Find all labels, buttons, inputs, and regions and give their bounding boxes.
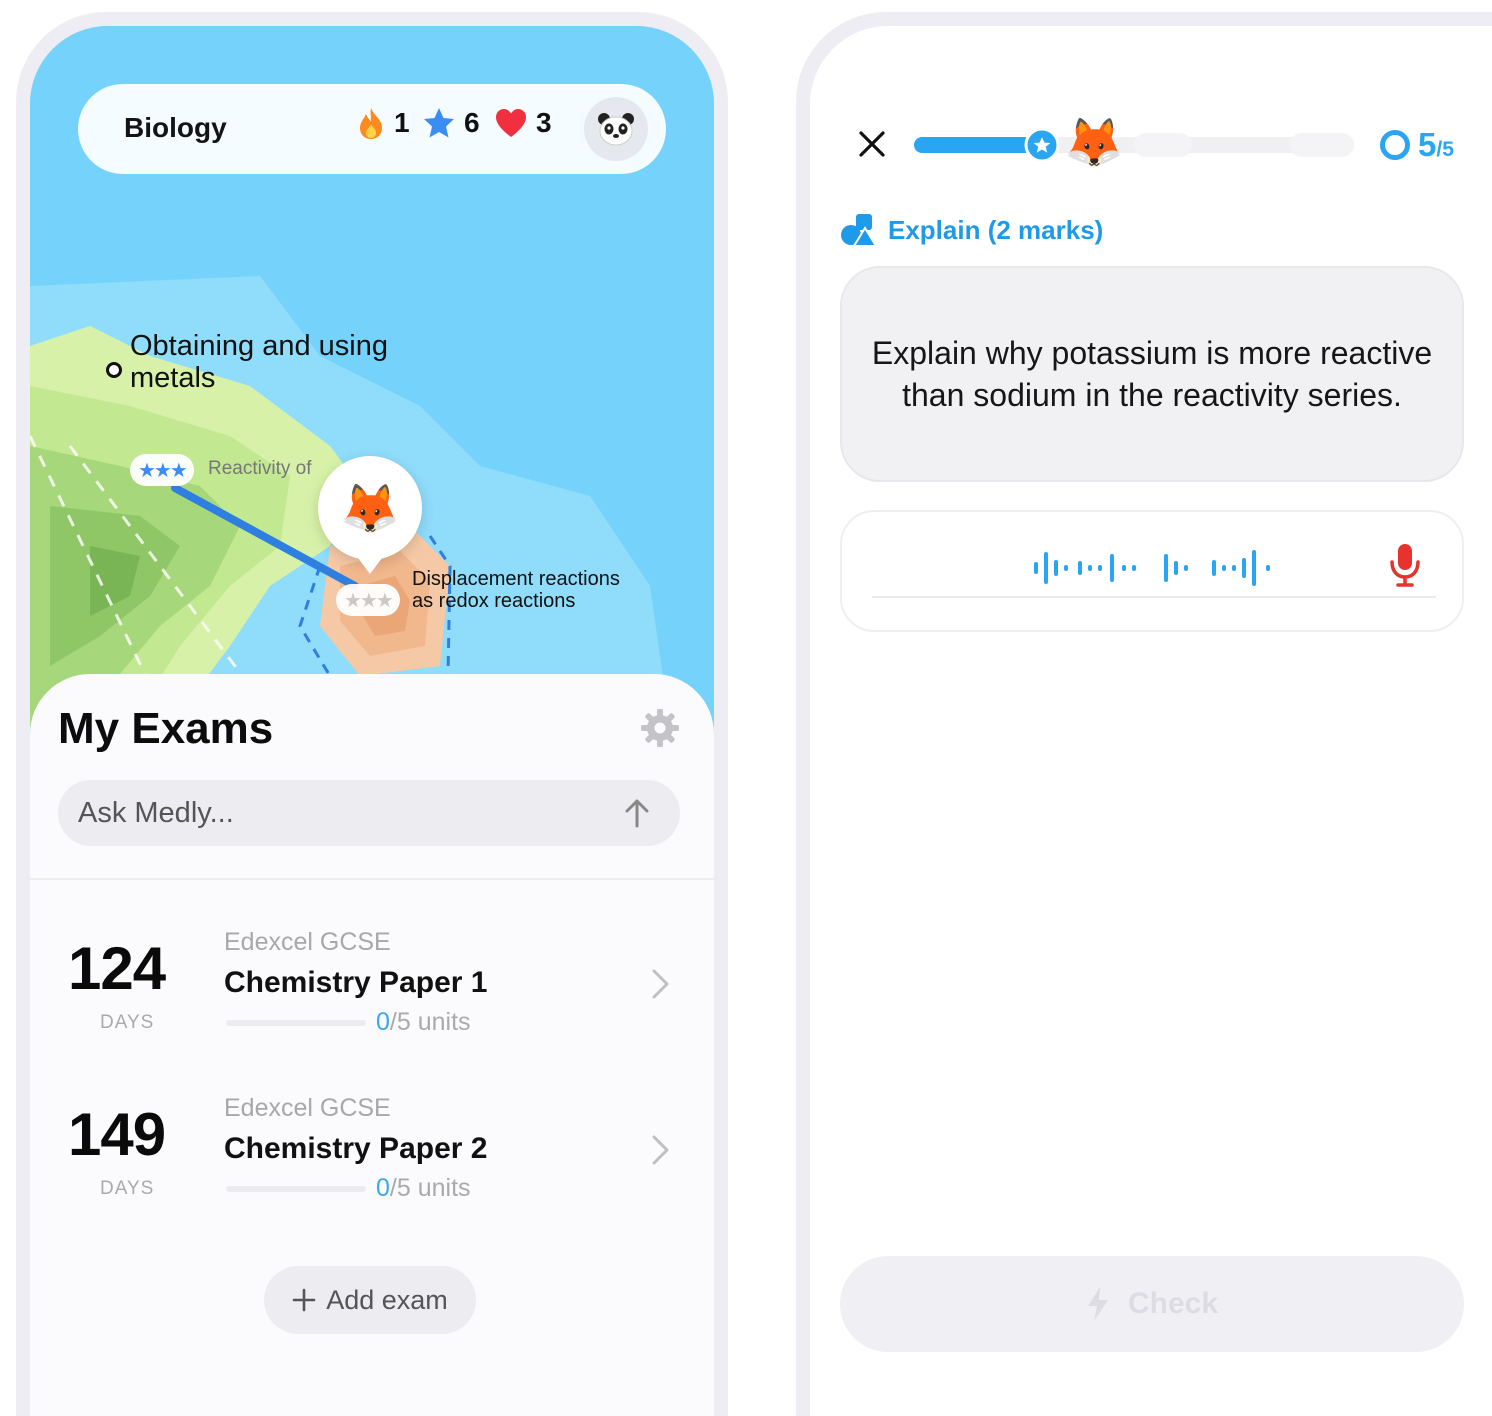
shapes-icon [841,214,878,247]
question-type-label: Explain (2 marks) [888,214,1104,245]
units-total: /5 units [389,1174,471,1202]
add-exam-label: Add exam [326,1284,448,1315]
days-label: DAYS [100,1012,155,1033]
node-label-reactivity[interactable]: Reactivity of [208,458,311,480]
close-icon[interactable] [858,130,886,158]
fox-avatar-icon: 🦊 [340,482,400,536]
streak-count: 1 [394,107,410,138]
exam-units-progress: 0/5 units [376,1008,471,1037]
ask-medly-input[interactable] [78,780,598,846]
units-done: 0 [376,1008,390,1036]
question-phone-frame: 🦊 5 /5 Explain (2 marks) Explain why pot… [796,12,1492,1416]
exams-sheet: My Exams Ask Medly... 124 DAYS Edexcel G… [30,674,714,1416]
streak-stat[interactable]: 1 [356,106,410,140]
plus-icon [292,1288,316,1312]
question-progress-bar [914,127,1354,163]
current-position-pin[interactable]: 🦊 [318,456,422,574]
chevron-right-icon[interactable] [650,968,670,1000]
top-status-bar: Biology 1 6 3 [78,84,666,174]
question-screen: 🦊 5 /5 Explain (2 marks) Explain why pot… [810,26,1492,1416]
panda-icon [598,113,634,146]
exam-row[interactable]: 124 DAYS Edexcel GCSE Chemistry Paper 1 … [30,884,714,1037]
star-icon [424,108,454,138]
score-value: 5 [1418,126,1437,163]
microphone-icon[interactable] [1388,542,1422,588]
send-arrow-icon[interactable] [620,796,654,830]
lives-stat[interactable]: 3 [494,106,552,140]
ask-medly-bar [58,780,680,846]
units-done: 0 [376,1174,390,1202]
profile-avatar[interactable] [584,97,648,161]
add-exam-button[interactable]: Add exam [264,1266,476,1334]
map-unit-title[interactable]: Obtaining and using metals [130,330,450,394]
days-remaining: 149 [68,1101,166,1168]
exam-board: Edexcel GCSE [224,1094,391,1122]
stars-count: 6 [464,107,480,138]
exam-units-progress: 0/5 units [376,1174,471,1203]
map-node-marker[interactable] [106,362,122,378]
home-phone-frame: Obtaining and using metals ★★★ Reactivit… [16,12,728,1416]
question-prompt: Explain why potassium is more reactive t… [871,335,1433,413]
node-stars-reactivity[interactable]: ★★★ [130,454,194,486]
subject-selector[interactable]: Biology [124,112,227,144]
days-remaining: 124 [68,935,166,1002]
check-label: Check [1127,1287,1219,1320]
heart-icon [496,109,526,137]
exam-name: Chemistry Paper 2 [224,1132,488,1165]
answer-input-card[interactable] [840,510,1464,632]
audio-waveform-icon [1034,550,1270,586]
exam-progress-bar [226,1020,366,1026]
gear-icon[interactable] [640,708,680,748]
node-label-displacement[interactable]: Displacement reactions as redox reaction… [412,568,632,612]
question-type-tag: Explain (2 marks) [840,212,1103,248]
exam-name: Chemistry Paper 1 [224,966,488,999]
exam-board: Edexcel GCSE [224,928,391,956]
node-stars-displacement[interactable]: ★★★ [336,584,400,616]
flame-icon [360,108,382,139]
question-prompt-card: Explain why potassium is more reactive t… [840,266,1464,482]
chevron-right-icon[interactable] [650,1134,670,1166]
lives-count: 3 [536,107,552,138]
my-exams-title: My Exams [58,704,274,753]
sheet-divider [30,878,714,880]
answer-underline [872,596,1436,598]
score-ring-icon [1380,130,1410,160]
score-total: /5 [1436,138,1454,161]
days-label: DAYS [100,1178,155,1199]
stars-stat[interactable]: 6 [422,106,480,140]
units-total: /5 units [389,1008,471,1036]
score-counter: 5 /5 [1380,126,1454,164]
exam-row[interactable]: 149 DAYS Edexcel GCSE Chemistry Paper 2 … [30,1050,714,1203]
exam-progress-bar [226,1186,366,1192]
lightning-icon [1087,1287,1108,1321]
home-screen: Obtaining and using metals ★★★ Reactivit… [30,26,714,1416]
fox-progress-icon: 🦊 [1064,117,1124,170]
check-button[interactable]: Check [840,1256,1464,1352]
